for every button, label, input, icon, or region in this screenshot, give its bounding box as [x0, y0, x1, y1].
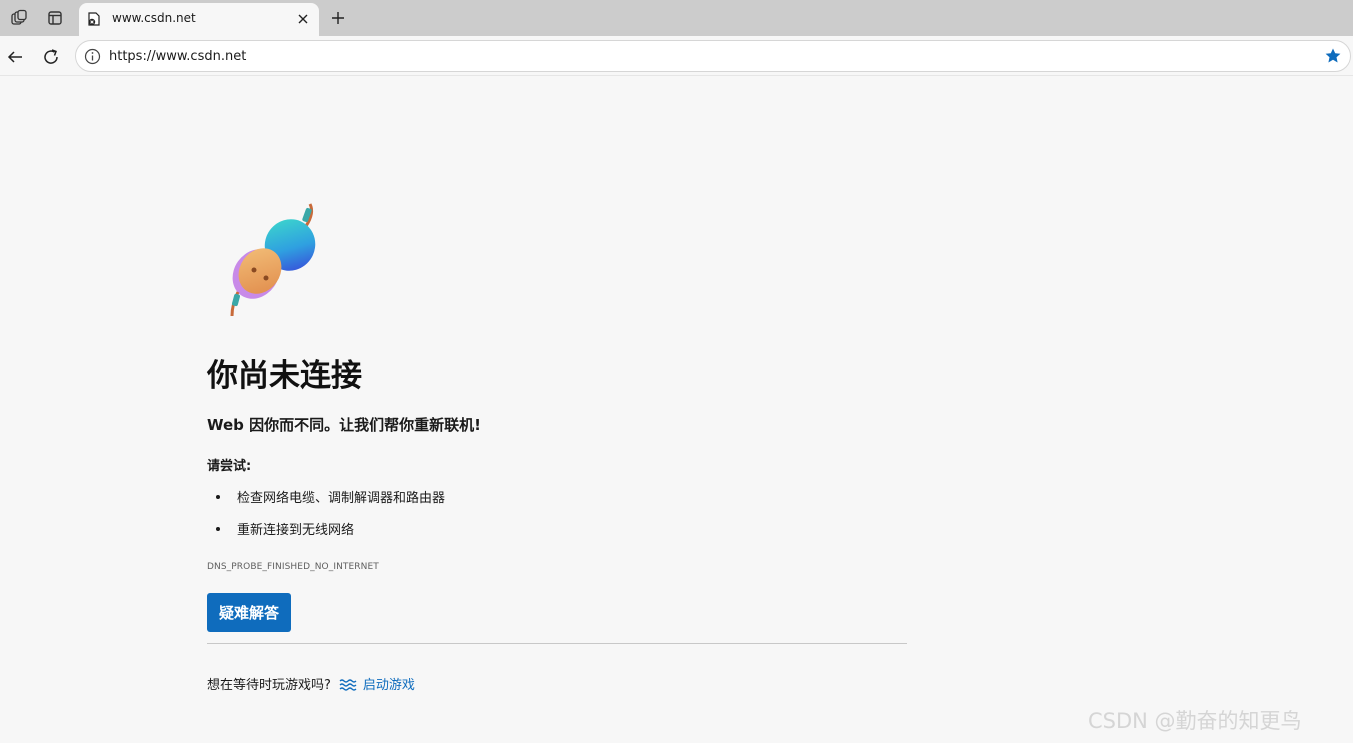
- close-icon[interactable]: [295, 11, 311, 27]
- list-item: 检查网络电缆、调制解调器和路由器: [207, 487, 445, 519]
- game-row: 想在等待时玩游戏吗? 启动游戏: [207, 674, 415, 693]
- plus-icon[interactable]: [326, 6, 350, 30]
- csdn-favicon-icon: [86, 11, 102, 27]
- url-text[interactable]: https://www.csdn.net: [109, 49, 246, 64]
- divider: [207, 643, 907, 644]
- tab-title: www.csdn.net: [112, 11, 196, 25]
- info-icon[interactable]: [84, 48, 101, 65]
- suggestion-text: 检查网络电缆、调制解调器和路由器: [237, 491, 446, 506]
- refresh-icon[interactable]: [38, 44, 64, 70]
- watermark: CSDN @勤奋的知更鸟: [1088, 709, 1302, 733]
- workspaces-icon[interactable]: [6, 6, 32, 30]
- error-code: DNS_PROBE_FINISHED_NO_INTERNET: [207, 562, 379, 572]
- active-tab[interactable]: www.csdn.net: [79, 3, 319, 36]
- suggestion-list: 检查网络电缆、调制解调器和路由器 重新连接到无线网络: [207, 487, 445, 551]
- bullet-icon: [216, 527, 220, 531]
- bullet-icon: [216, 495, 220, 499]
- back-arrow-icon[interactable]: [2, 44, 28, 70]
- list-item: 重新连接到无线网络: [207, 519, 445, 551]
- error-subhead: Web 因你而不同。让我们帮你重新联机!: [207, 416, 481, 434]
- browser-toolbar: https://www.csdn.net: [0, 36, 1353, 76]
- unplugged-cable-icon: [222, 200, 322, 320]
- suggestion-text: 重新连接到无线网络: [237, 523, 355, 538]
- tab-actions-icon[interactable]: [42, 6, 68, 30]
- address-bar[interactable]: https://www.csdn.net: [75, 40, 1351, 72]
- troubleshoot-button[interactable]: 疑难解答: [207, 593, 291, 632]
- tab-strip: www.csdn.net: [0, 0, 1353, 36]
- surf-game-icon[interactable]: [339, 677, 357, 691]
- game-prompt: 想在等待时玩游戏吗?: [207, 678, 331, 693]
- start-game-link[interactable]: 启动游戏: [363, 674, 415, 693]
- try-label: 请尝试:: [207, 459, 252, 474]
- star-icon[interactable]: [1324, 47, 1342, 65]
- page-title: 你尚未连接: [207, 358, 362, 394]
